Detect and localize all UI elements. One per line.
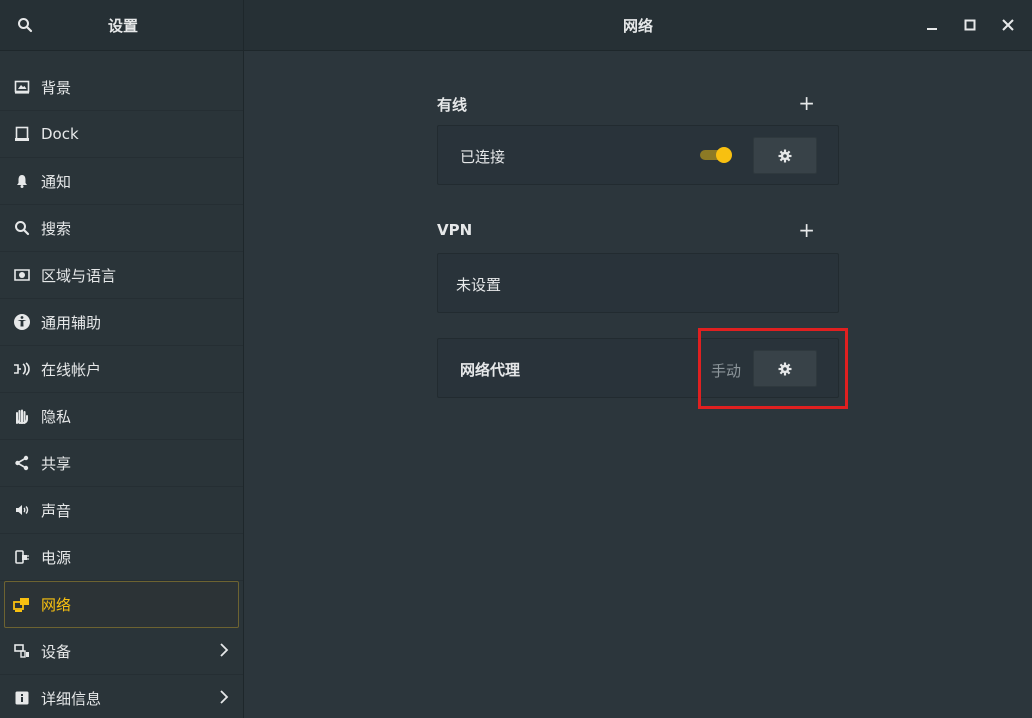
sidebar-item-label: 通知 xyxy=(41,172,72,191)
sidebar-item-label: 网络 xyxy=(41,596,72,614)
bell-icon xyxy=(13,172,31,190)
maximize-icon xyxy=(964,19,976,31)
sidebar-item-notifications[interactable]: 通知 xyxy=(0,158,243,205)
search-button[interactable] xyxy=(14,14,36,36)
sidebar-item-label: 在线帐户 xyxy=(41,360,102,379)
wired-settings-button[interactable] xyxy=(753,137,817,174)
sidebar-item-power[interactable]: 电源 xyxy=(0,534,243,581)
network-panel: 有线 + 已连接 VPN + 未设置 网络代理 手动 xyxy=(245,51,1032,718)
sidebar-item-privacy[interactable]: 隐私 xyxy=(0,393,243,440)
close-button[interactable] xyxy=(992,10,1024,40)
sidebar-item-accessibility[interactable]: 通用辅助 xyxy=(0,299,243,346)
sidebar-item-label: 背景 xyxy=(41,78,72,97)
sidebar-item-network[interactable]: 网络 xyxy=(4,581,239,628)
vpn-row: 未设置 xyxy=(437,253,839,313)
sidebar-item-label: 搜索 xyxy=(41,219,72,238)
sidebar-item-online-accounts[interactable]: 在线帐户 xyxy=(0,346,243,393)
sidebar-item-devices[interactable]: 设备 xyxy=(0,628,243,675)
search-icon xyxy=(18,18,33,33)
highlight-annotation-box xyxy=(698,328,848,409)
online-accounts-icon xyxy=(13,360,31,378)
sidebar-item-label: Dock xyxy=(41,125,79,143)
window-controls xyxy=(916,10,1024,40)
devices-icon xyxy=(13,642,31,660)
sidebar-item-label: 通用辅助 xyxy=(41,313,102,332)
sidebar-title: 设置 xyxy=(108,17,139,35)
add-wired-button[interactable]: + xyxy=(798,91,815,115)
sidebar-item-sound[interactable]: 声音 xyxy=(0,487,243,534)
toggle-knob xyxy=(716,147,732,163)
sidebar-item-details[interactable]: 详细信息 xyxy=(0,675,243,718)
speaker-icon xyxy=(13,501,31,519)
sidebar-item-search[interactable]: 搜索 xyxy=(0,205,243,252)
sidebar: 背景 Dock 通知 搜索 区域与语言 通用辅助 在线帐户 隐私 共享 声音 电… xyxy=(0,51,244,718)
power-icon xyxy=(13,548,31,566)
hand-icon xyxy=(13,407,31,425)
sidebar-item-label: 设备 xyxy=(41,642,72,661)
wired-status: 已连接 xyxy=(460,148,506,166)
region-icon xyxy=(13,266,31,284)
wired-toggle[interactable] xyxy=(700,147,732,163)
search-icon xyxy=(13,219,31,237)
add-vpn-button[interactable]: + xyxy=(798,218,815,242)
accessibility-icon xyxy=(13,313,31,331)
vpn-status: 未设置 xyxy=(456,276,502,294)
sidebar-item-dock[interactable]: Dock xyxy=(0,111,243,158)
title-bar: 设置 网络 xyxy=(0,0,1032,51)
close-icon xyxy=(1002,19,1014,31)
maximize-button[interactable] xyxy=(954,10,986,40)
gear-icon xyxy=(778,149,792,162)
sidebar-item-label: 电源 xyxy=(41,548,72,567)
sidebar-item-label: 区域与语言 xyxy=(41,266,117,285)
wired-section-header: 有线 + xyxy=(437,91,839,115)
chevron-right-icon xyxy=(219,643,229,661)
vpn-heading: VPN xyxy=(437,221,473,239)
chevron-right-icon xyxy=(219,690,229,708)
wallpaper-icon xyxy=(13,78,31,96)
minimize-button[interactable] xyxy=(916,10,948,40)
sidebar-item-label: 详细信息 xyxy=(41,689,102,708)
network-icon xyxy=(13,596,31,614)
page-header: 网络 xyxy=(244,0,1032,50)
minimize-icon xyxy=(927,28,937,30)
info-icon xyxy=(13,689,31,707)
sidebar-item-sharing[interactable]: 共享 xyxy=(0,440,243,487)
sidebar-item-background[interactable]: 背景 xyxy=(0,64,243,111)
proxy-label: 网络代理 xyxy=(460,361,521,379)
wired-connection-row: 已连接 xyxy=(437,125,839,185)
vpn-section-header: VPN + xyxy=(437,218,839,242)
page-title: 网络 xyxy=(622,17,653,35)
wired-heading: 有线 xyxy=(437,96,468,114)
sidebar-item-label: 共享 xyxy=(41,454,72,473)
share-icon xyxy=(13,454,31,472)
sidebar-item-label: 隐私 xyxy=(41,407,72,426)
sidebar-item-region-language[interactable]: 区域与语言 xyxy=(0,252,243,299)
sidebar-item-label: 声音 xyxy=(41,501,72,520)
dock-icon xyxy=(13,125,31,143)
sidebar-header: 设置 xyxy=(0,0,244,50)
